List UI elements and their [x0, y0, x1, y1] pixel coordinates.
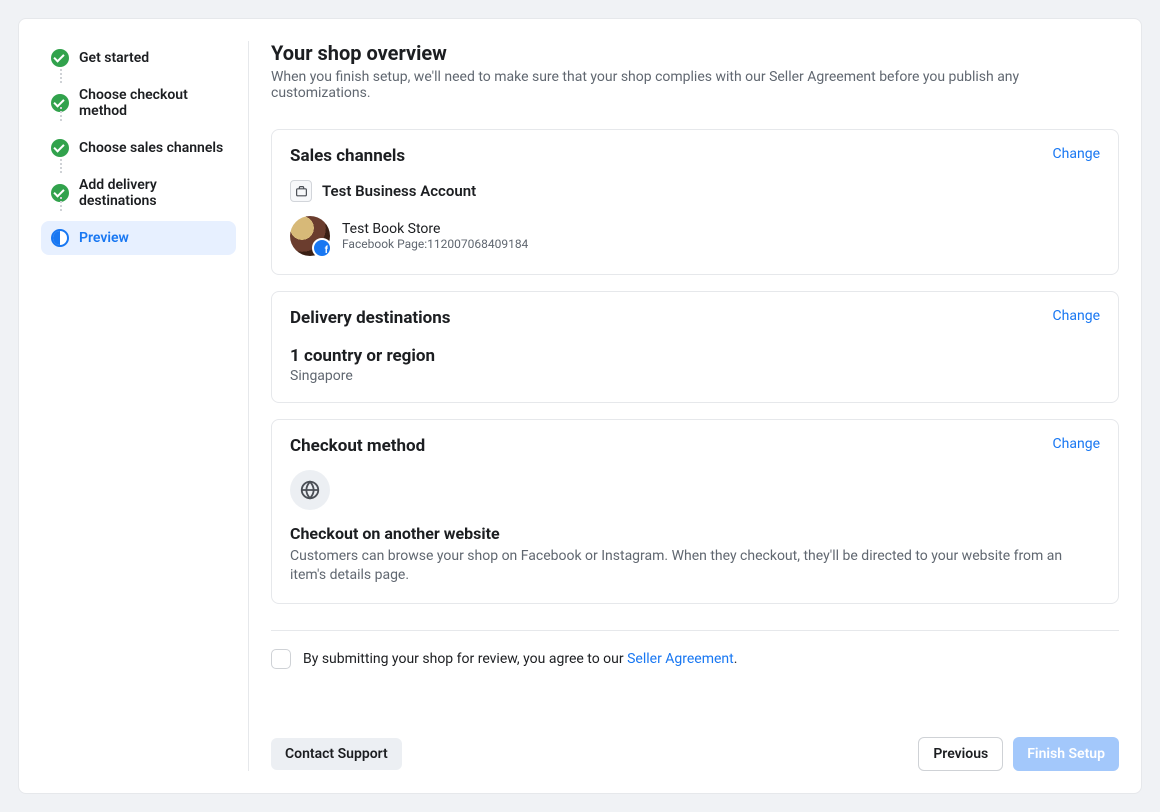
delivery-count: 1 country or region — [290, 346, 1100, 366]
step-get-started[interactable]: Get started — [41, 41, 236, 75]
change-checkout-link[interactable]: Change — [1053, 436, 1100, 452]
setup-sidebar: Get started Choose checkout method Choos… — [41, 41, 249, 771]
page-subtext: Facebook Page:112007068409184 — [342, 237, 528, 251]
business-name: Test Business Account — [322, 182, 476, 200]
seller-agreement-link[interactable]: Seller Agreement — [627, 651, 734, 667]
section-title: Sales channels — [290, 146, 405, 166]
page-avatar: f — [290, 216, 330, 256]
page-title: Your shop overview — [271, 41, 1119, 65]
checkout-method-description: Customers can browse your shop on Facebo… — [290, 547, 1100, 585]
page-subtitle: When you finish setup, we'll need to mak… — [271, 69, 1119, 101]
business-account-row: Test Business Account — [290, 180, 1100, 202]
footer: Contact Support Previous Finish Setup — [271, 705, 1119, 771]
main-content: Your shop overview When you finish setup… — [249, 41, 1119, 771]
section-title: Checkout method — [290, 436, 425, 456]
check-icon — [51, 49, 69, 67]
section-title: Delivery destinations — [290, 308, 451, 328]
checkout-method-section: Checkout method Change Checkout on anoth… — [271, 419, 1119, 604]
change-delivery-link[interactable]: Change — [1053, 308, 1100, 324]
agreement-checkbox[interactable] — [271, 649, 291, 669]
facebook-page-row: f Test Book Store Facebook Page:11200706… — [290, 216, 1100, 256]
change-sales-channels-link[interactable]: Change — [1053, 146, 1100, 162]
step-delivery-destinations[interactable]: Add delivery destinations — [41, 169, 236, 217]
globe-icon — [290, 470, 330, 510]
step-preview[interactable]: Preview — [41, 221, 236, 255]
agreement-text: By submitting your shop for review, you … — [303, 651, 737, 667]
briefcase-icon — [290, 180, 312, 202]
delivery-destinations-section: Delivery destinations Change 1 country o… — [271, 291, 1119, 403]
check-icon — [51, 139, 69, 157]
previous-button[interactable]: Previous — [918, 737, 1003, 771]
step-label: Get started — [79, 50, 149, 66]
step-sales-channels[interactable]: Choose sales channels — [41, 131, 236, 165]
finish-setup-button[interactable]: Finish Setup — [1013, 737, 1119, 771]
delivery-country: Singapore — [290, 368, 1100, 384]
step-label: Choose checkout method — [79, 87, 226, 119]
page-name: Test Book Store — [342, 221, 528, 237]
half-circle-icon — [51, 229, 69, 247]
checkout-method-title: Checkout on another website — [290, 524, 1100, 543]
step-checkout-method[interactable]: Choose checkout method — [41, 79, 236, 127]
step-label: Add delivery destinations — [79, 177, 226, 209]
sales-channels-section: Sales channels Change Test Business Acco… — [271, 129, 1119, 275]
agreement-row: By submitting your shop for review, you … — [271, 649, 1119, 669]
step-label: Choose sales channels — [79, 140, 223, 156]
contact-support-button[interactable]: Contact Support — [271, 738, 402, 770]
divider — [271, 630, 1119, 631]
step-label: Preview — [79, 230, 129, 246]
